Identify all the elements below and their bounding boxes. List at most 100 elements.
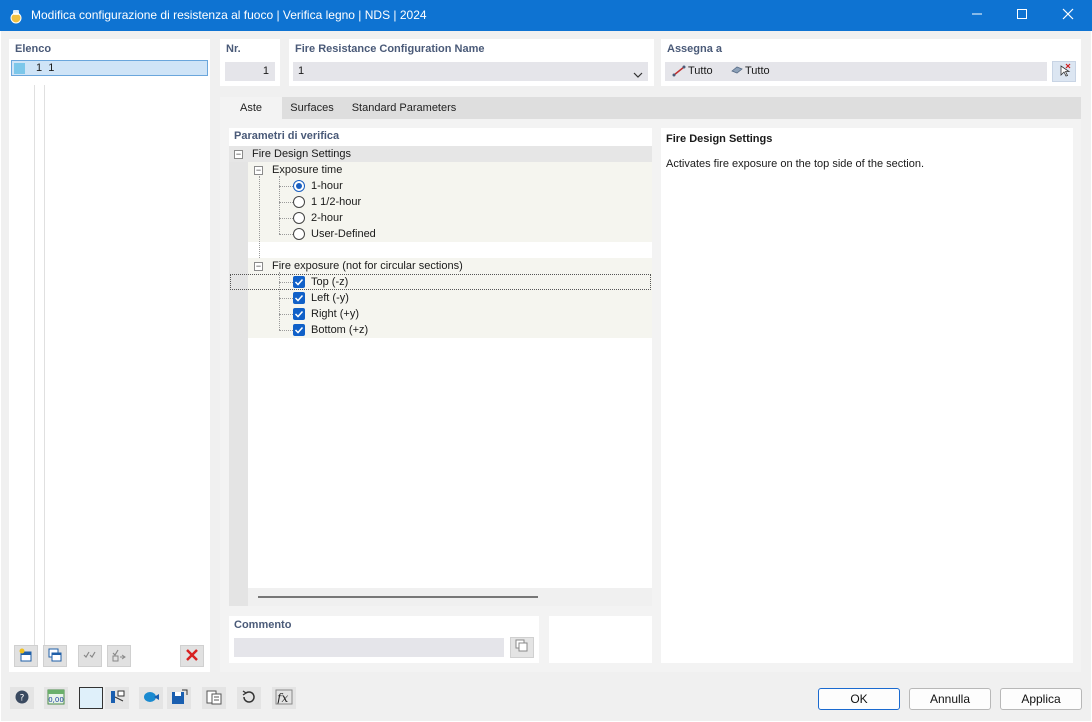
option-user-defined: User-Defined [311, 228, 376, 240]
reset-icon [241, 689, 257, 708]
radio-1-5-hour[interactable] [293, 196, 305, 208]
option-left: Left (-y) [311, 292, 349, 304]
tab-surfaces[interactable]: Surfaces [282, 97, 342, 119]
ok-button[interactable]: OK [818, 688, 900, 710]
new-item-icon [18, 647, 34, 666]
assign-panel: Assegna a Tutto Tutto [661, 39, 1081, 86]
radio-2-hour[interactable] [293, 212, 305, 224]
radio-1-hour[interactable] [293, 180, 305, 192]
copy-icon [515, 639, 529, 656]
reset-button[interactable] [237, 687, 261, 709]
option-2-hour: 2-hour [311, 212, 343, 224]
save-button[interactable] [167, 687, 191, 709]
window-title: Modifica configurazione di resistenza al… [31, 8, 427, 22]
chevron-down-icon [633, 67, 643, 86]
maximize-button[interactable] [999, 0, 1045, 31]
close-window-button[interactable] [1045, 0, 1091, 31]
comment-library-button[interactable] [510, 637, 534, 658]
comment-label: Commento [234, 619, 292, 631]
scrollbar-thumb[interactable] [258, 596, 538, 598]
list-item-label: 1 1 [36, 62, 55, 74]
pick-cursor-icon [1057, 63, 1071, 80]
assign-label: Assegna a [667, 43, 723, 55]
check-all-icon [82, 647, 98, 666]
tree-line [279, 298, 293, 299]
nr-field[interactable]: 1 [225, 62, 275, 81]
copy-icon [47, 647, 63, 666]
color-swatch [14, 63, 25, 74]
tree-line [279, 314, 293, 315]
list-divider [34, 85, 35, 645]
option-1-5-hour: 1 1/2-hour [311, 196, 362, 208]
collapse-icon[interactable]: − [254, 166, 263, 175]
info-title: Fire Design Settings [666, 133, 773, 145]
minimize-button[interactable] [954, 0, 1000, 31]
copy-item-button[interactable] [43, 645, 67, 667]
formula-icon: fx [275, 689, 293, 708]
view-button[interactable] [139, 687, 163, 709]
units-button[interactable]: 0,00 [44, 687, 68, 709]
info-panel: Fire Design Settings Activates fire expo… [661, 128, 1073, 663]
surfaces-value: Tutto [745, 65, 770, 77]
import-icon [205, 689, 223, 708]
option-1-hour: 1-hour [311, 180, 343, 192]
list-panel: Elenco [9, 39, 210, 672]
tree-line [279, 202, 293, 203]
checkbox-left[interactable] [293, 292, 305, 304]
minimize-icon [971, 8, 983, 23]
pick-objects-button[interactable] [1052, 61, 1076, 82]
horizontal-scrollbar[interactable] [248, 588, 652, 606]
comment-input[interactable] [234, 638, 504, 657]
tab-standard-parameters[interactable]: Standard Parameters [342, 97, 466, 119]
delete-icon [185, 648, 199, 665]
checkbox-right[interactable] [293, 308, 305, 320]
tab-aste[interactable]: Aste [220, 97, 282, 119]
tree-line [279, 282, 293, 283]
units-icon: 0,00 [47, 689, 65, 708]
maximize-icon [1016, 8, 1028, 23]
dialog: Elenco 1 1 Nr. 1 Fire Resistance Configu… [1, 31, 1091, 721]
import-button[interactable] [202, 687, 226, 709]
title-bar: Modifica configurazione di resistenza al… [0, 0, 1092, 31]
assign-field[interactable]: Tutto Tutto [665, 62, 1047, 81]
config-name-select[interactable]: 1 [293, 62, 648, 81]
list-divider [44, 85, 45, 645]
params-label: Parametri di verifica [234, 130, 340, 142]
list-item[interactable]: 1 1 [11, 60, 208, 76]
comment-panel: Commento [229, 616, 539, 663]
tree-gutter [229, 162, 248, 606]
option-right: Right (+y) [311, 308, 359, 320]
svg-text:0,00: 0,00 [48, 696, 64, 704]
help-button[interactable]: ? [10, 687, 34, 709]
group-fire-design-settings[interactable]: Fire Design Settings [252, 146, 351, 162]
radio-user-defined[interactable] [293, 228, 305, 240]
nr-label: Nr. [226, 43, 241, 55]
fire-exposure-label: Fire exposure (not for circular sections… [272, 260, 463, 272]
uncheck-all-button[interactable] [107, 645, 131, 667]
list-label: Elenco [15, 43, 52, 55]
collapse-icon[interactable]: − [234, 150, 243, 159]
uncheck-icon [111, 647, 127, 666]
collapse-icon[interactable]: − [254, 262, 263, 271]
svg-text:fx: fx [276, 691, 288, 705]
params-panel: Parametri di verifica − Fire Design Sett… [229, 128, 652, 606]
tree-line [279, 234, 293, 235]
config-name-label: Fire Resistance Configuration Name [295, 43, 485, 55]
surface-icon [731, 65, 743, 78]
new-item-button[interactable] [14, 645, 38, 667]
tree-line [279, 186, 293, 187]
cancel-button[interactable]: Annulla [909, 688, 991, 710]
apply-button[interactable]: Applica [1000, 688, 1082, 710]
delete-button[interactable] [180, 645, 204, 667]
formula-button[interactable]: fx [272, 687, 296, 709]
empty-panel [549, 616, 652, 663]
checkbox-top[interactable] [293, 276, 305, 288]
display-button[interactable] [105, 687, 129, 709]
display-icon [108, 689, 126, 708]
view-icon [142, 689, 160, 708]
check-all-button[interactable] [78, 645, 102, 667]
app-icon [9, 8, 23, 24]
checkbox-bottom[interactable] [293, 324, 305, 336]
svg-text:?: ? [20, 693, 25, 703]
color-button[interactable] [79, 687, 103, 709]
